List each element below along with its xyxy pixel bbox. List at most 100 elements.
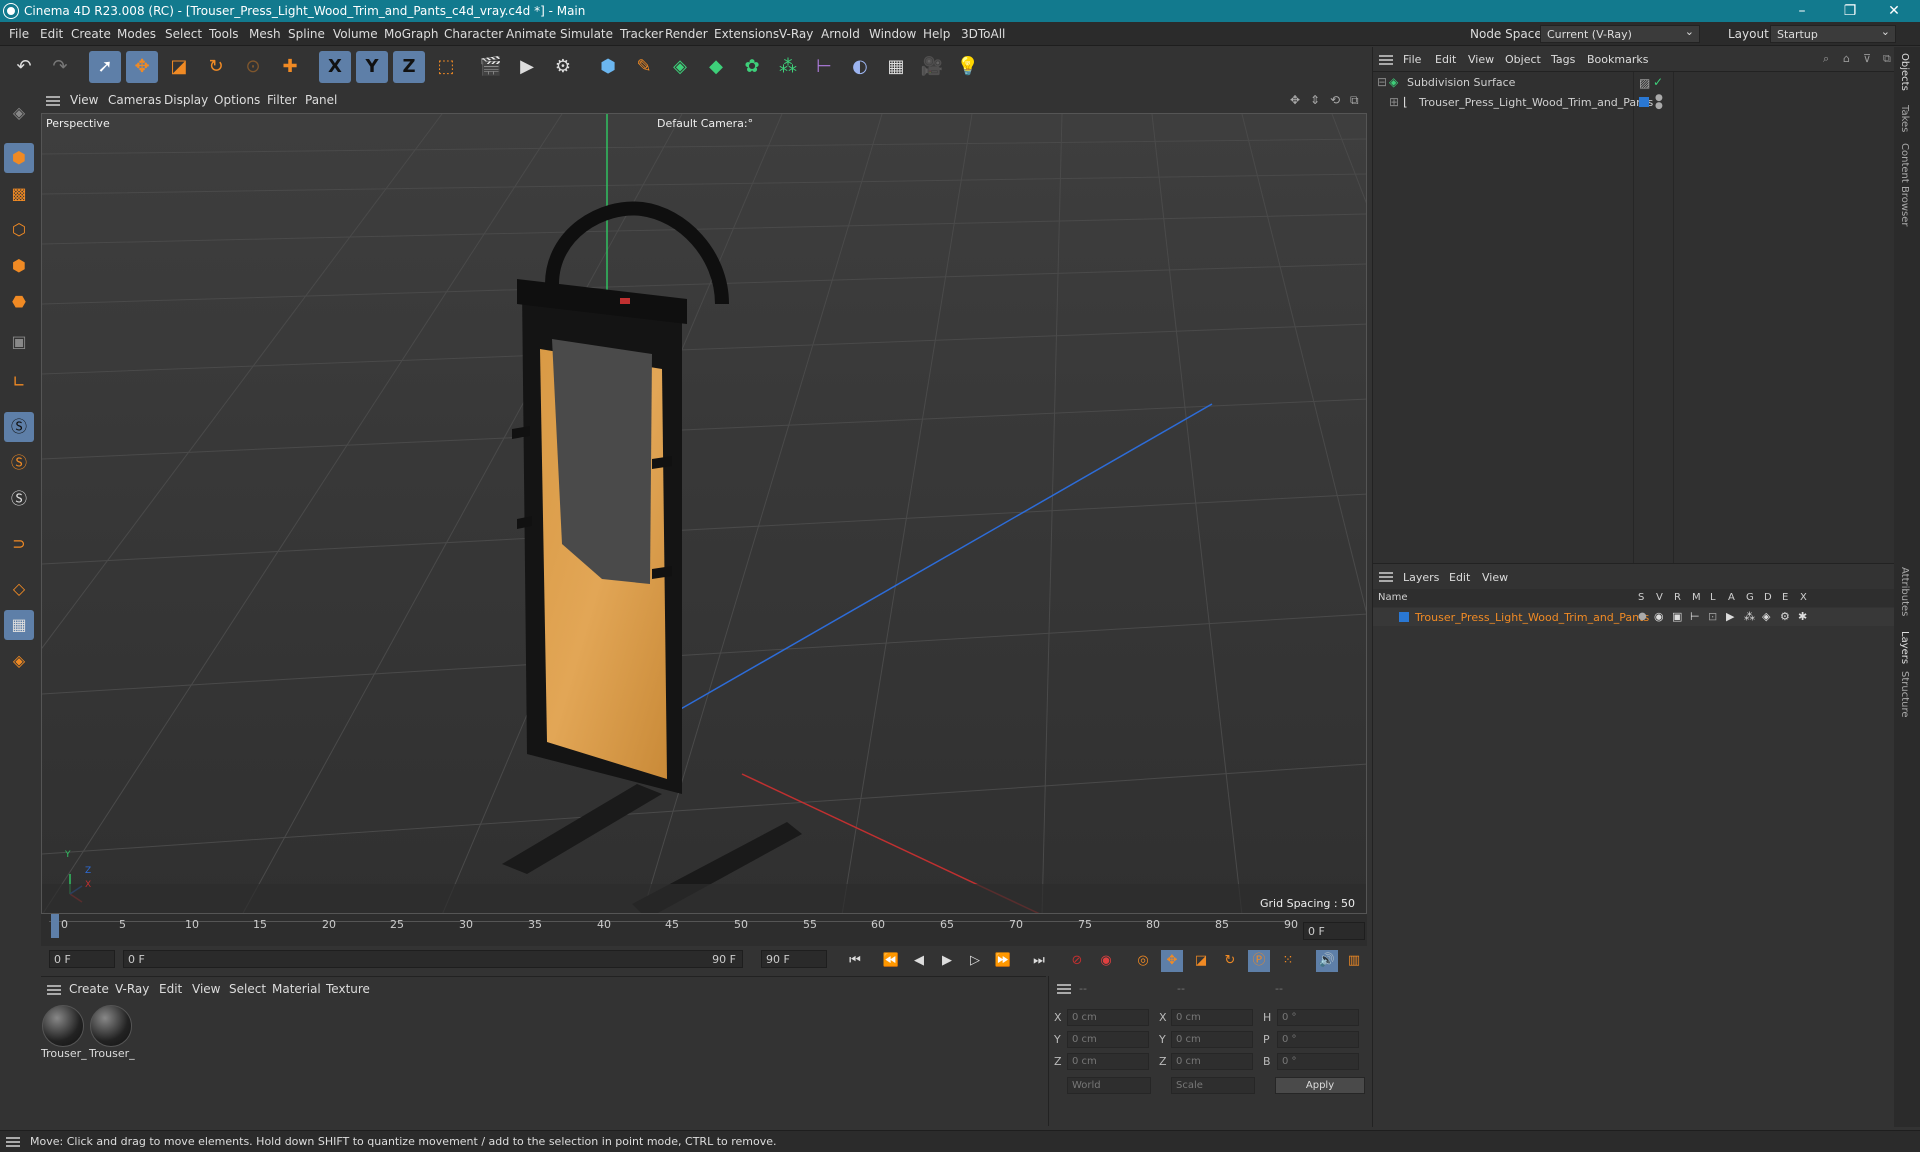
menu-volume[interactable]: Volume: [333, 27, 378, 41]
obj-menu-tags[interactable]: Tags: [1551, 53, 1575, 66]
tab-layers[interactable]: Layers: [1899, 631, 1910, 664]
obj-menu-view[interactable]: View: [1468, 53, 1494, 66]
menu-arnold[interactable]: Arnold: [821, 27, 860, 41]
vp-menu-options[interactable]: Options: [214, 93, 260, 107]
layout-select[interactable]: Startup: [1770, 25, 1896, 43]
material-swatch-2[interactable]: Trouser_: [89, 1005, 135, 1060]
expand-toggle-icon[interactable]: ⊞: [1389, 95, 1399, 109]
enabled-check-icon[interactable]: ✓: [1653, 75, 1663, 89]
maximize-button[interactable]: ❐: [1830, 1, 1870, 21]
vp-maximize-icon[interactable]: ⧉: [1350, 93, 1359, 108]
undo-icon[interactable]: ↶: [8, 51, 40, 83]
tree-item-trouser-press[interactable]: ⊞ ⌊ Trouser_Press_Light_Wood_Trim_and_Pa…: [1373, 94, 1895, 112]
layers-menu-edit[interactable]: Edit: [1449, 571, 1470, 584]
edges-mode-icon[interactable]: ⬢: [4, 251, 34, 281]
menu-animate[interactable]: Animate: [506, 27, 556, 41]
layers-menu-layers[interactable]: Layers: [1403, 571, 1439, 584]
layer-name[interactable]: Trouser_Press_Light_Wood_Trim_and_Pants: [1415, 611, 1649, 624]
menu-3dtoall[interactable]: 3DToAll: [961, 27, 1005, 41]
obj-menu-object[interactable]: Object: [1505, 53, 1541, 66]
start-frame-field[interactable]: 0 F: [49, 950, 115, 968]
key-param-icon[interactable]: Ⓟ: [1248, 950, 1270, 972]
keyframe-icon[interactable]: ◎: [1132, 950, 1154, 972]
tab-takes[interactable]: Takes: [1899, 105, 1910, 132]
menu-file[interactable]: File: [9, 27, 29, 41]
menu-help[interactable]: Help: [923, 27, 950, 41]
menu-mesh[interactable]: Mesh: [249, 27, 281, 41]
locked-workplane-icon[interactable]: ◈: [4, 646, 34, 676]
key-pla-icon[interactable]: ⁙: [1277, 950, 1299, 972]
tab-content-browser[interactable]: Content Browser: [1899, 143, 1910, 226]
vp-menu-display[interactable]: Display: [164, 93, 208, 107]
visibility-dots-icon[interactable]: ● ●: [1655, 94, 1663, 111]
layer-expression-icon[interactable]: ⚙: [1780, 610, 1790, 623]
menu-character[interactable]: Character: [444, 27, 503, 41]
cube-icon[interactable]: ⬢: [592, 51, 624, 83]
key-scale-icon[interactable]: ◪: [1190, 950, 1212, 972]
mat-menu-texture[interactable]: Texture: [326, 982, 370, 996]
size-mode-select[interactable]: Scale: [1171, 1077, 1255, 1094]
end-frame-field[interactable]: 90 F: [761, 950, 827, 968]
pen-icon[interactable]: ✎: [628, 51, 660, 83]
menu-edit[interactable]: Edit: [40, 27, 63, 41]
render-region-icon[interactable]: 🎬: [475, 51, 507, 83]
node-space-select[interactable]: Current (V-Ray): [1540, 25, 1700, 43]
perspective-viewport[interactable]: Perspective Default Camera:° Y Z X Grid …: [41, 113, 1367, 914]
vp-orbit-icon[interactable]: ⟲: [1330, 93, 1340, 107]
mat-menu-vray[interactable]: V-Ray: [115, 982, 149, 996]
menu-create[interactable]: Create: [71, 27, 111, 41]
go-to-end-icon[interactable]: ⏭: [1028, 950, 1050, 972]
tab-structure[interactable]: Structure: [1899, 671, 1910, 718]
mat-menu-edit[interactable]: Edit: [159, 982, 182, 996]
layer-lock-icon[interactable]: ⊡: [1708, 610, 1717, 623]
tab-attributes[interactable]: Attributes: [1899, 567, 1910, 616]
layer-generator-icon[interactable]: ⁂: [1744, 610, 1755, 623]
vp-menu-cameras[interactable]: Cameras: [108, 93, 161, 107]
layer-render-icon[interactable]: ▣: [1672, 610, 1682, 623]
light-icon[interactable]: 💡: [952, 51, 984, 83]
coordinate-system-icon[interactable]: ✚: [274, 51, 306, 83]
timeline-ruler[interactable]: 0 5 10 15 20 25 30 35 40 45 50 55 60 65 …: [41, 914, 1367, 948]
prev-frame-icon[interactable]: ◀: [908, 950, 930, 972]
rot-p-field[interactable]: 0 °: [1277, 1031, 1359, 1048]
obj-menu-edit[interactable]: Edit: [1435, 53, 1456, 66]
menu-simulate[interactable]: Simulate: [560, 27, 613, 41]
scale-x-field[interactable]: 0 cm: [1171, 1009, 1253, 1026]
material-hamburger-icon[interactable]: [47, 985, 61, 995]
coord-mode-select[interactable]: World: [1067, 1077, 1151, 1094]
next-frame-icon[interactable]: ▷: [964, 950, 986, 972]
axis-mode-icon[interactable]: ∟: [4, 367, 34, 397]
menu-select[interactable]: Select: [165, 27, 202, 41]
layer-solo-icon[interactable]: ●: [1638, 611, 1647, 622]
layer-xref-icon[interactable]: ✱: [1798, 610, 1807, 623]
obj-filter-icon[interactable]: ⊽: [1863, 52, 1871, 65]
rot-h-field[interactable]: 0 °: [1277, 1009, 1359, 1026]
menu-tools[interactable]: Tools: [209, 27, 239, 41]
menu-render[interactable]: Render: [665, 27, 708, 41]
timeline-icon[interactable]: ▥: [1343, 950, 1365, 972]
vp-dolly-icon[interactable]: ⇕: [1310, 93, 1320, 107]
floor-icon[interactable]: ▦: [880, 51, 912, 83]
material-swatch-1[interactable]: Trouser_: [41, 1005, 87, 1060]
menu-modes[interactable]: Modes: [117, 27, 156, 41]
object-mode-icon[interactable]: ⬢: [4, 143, 34, 173]
menu-tracker[interactable]: Tracker: [620, 27, 663, 41]
world-coords-icon[interactable]: ⬚: [430, 51, 462, 83]
scale-y-field[interactable]: 0 cm: [1171, 1031, 1253, 1048]
uv-mode-icon[interactable]: ▣: [4, 327, 34, 357]
scale-icon[interactable]: ◪: [163, 51, 195, 83]
live-selection-icon[interactable]: ➚: [89, 51, 121, 83]
render-view-icon[interactable]: ▶: [511, 51, 543, 83]
current-frame-field[interactable]: 0 F: [1303, 922, 1365, 940]
tree-item-subdivision-surface[interactable]: ⊟ ◈ Subdivision Surface ▨ ✓: [1373, 74, 1895, 92]
recent-tool-icon[interactable]: ⊙: [237, 51, 269, 83]
record-icon[interactable]: ⊘: [1066, 950, 1088, 972]
collapse-toggle-icon[interactable]: ⊟: [1377, 75, 1387, 89]
pos-y-field[interactable]: 0 cm: [1067, 1031, 1149, 1048]
objects-hamburger-icon[interactable]: [1379, 55, 1393, 65]
viewport-hamburger-icon[interactable]: [46, 96, 60, 106]
move-icon[interactable]: ✥: [126, 51, 158, 83]
pos-x-field[interactable]: 0 cm: [1067, 1009, 1149, 1026]
apply-button[interactable]: Apply: [1275, 1077, 1365, 1094]
edit-toggle-icon[interactable]: ▨: [1639, 76, 1650, 90]
